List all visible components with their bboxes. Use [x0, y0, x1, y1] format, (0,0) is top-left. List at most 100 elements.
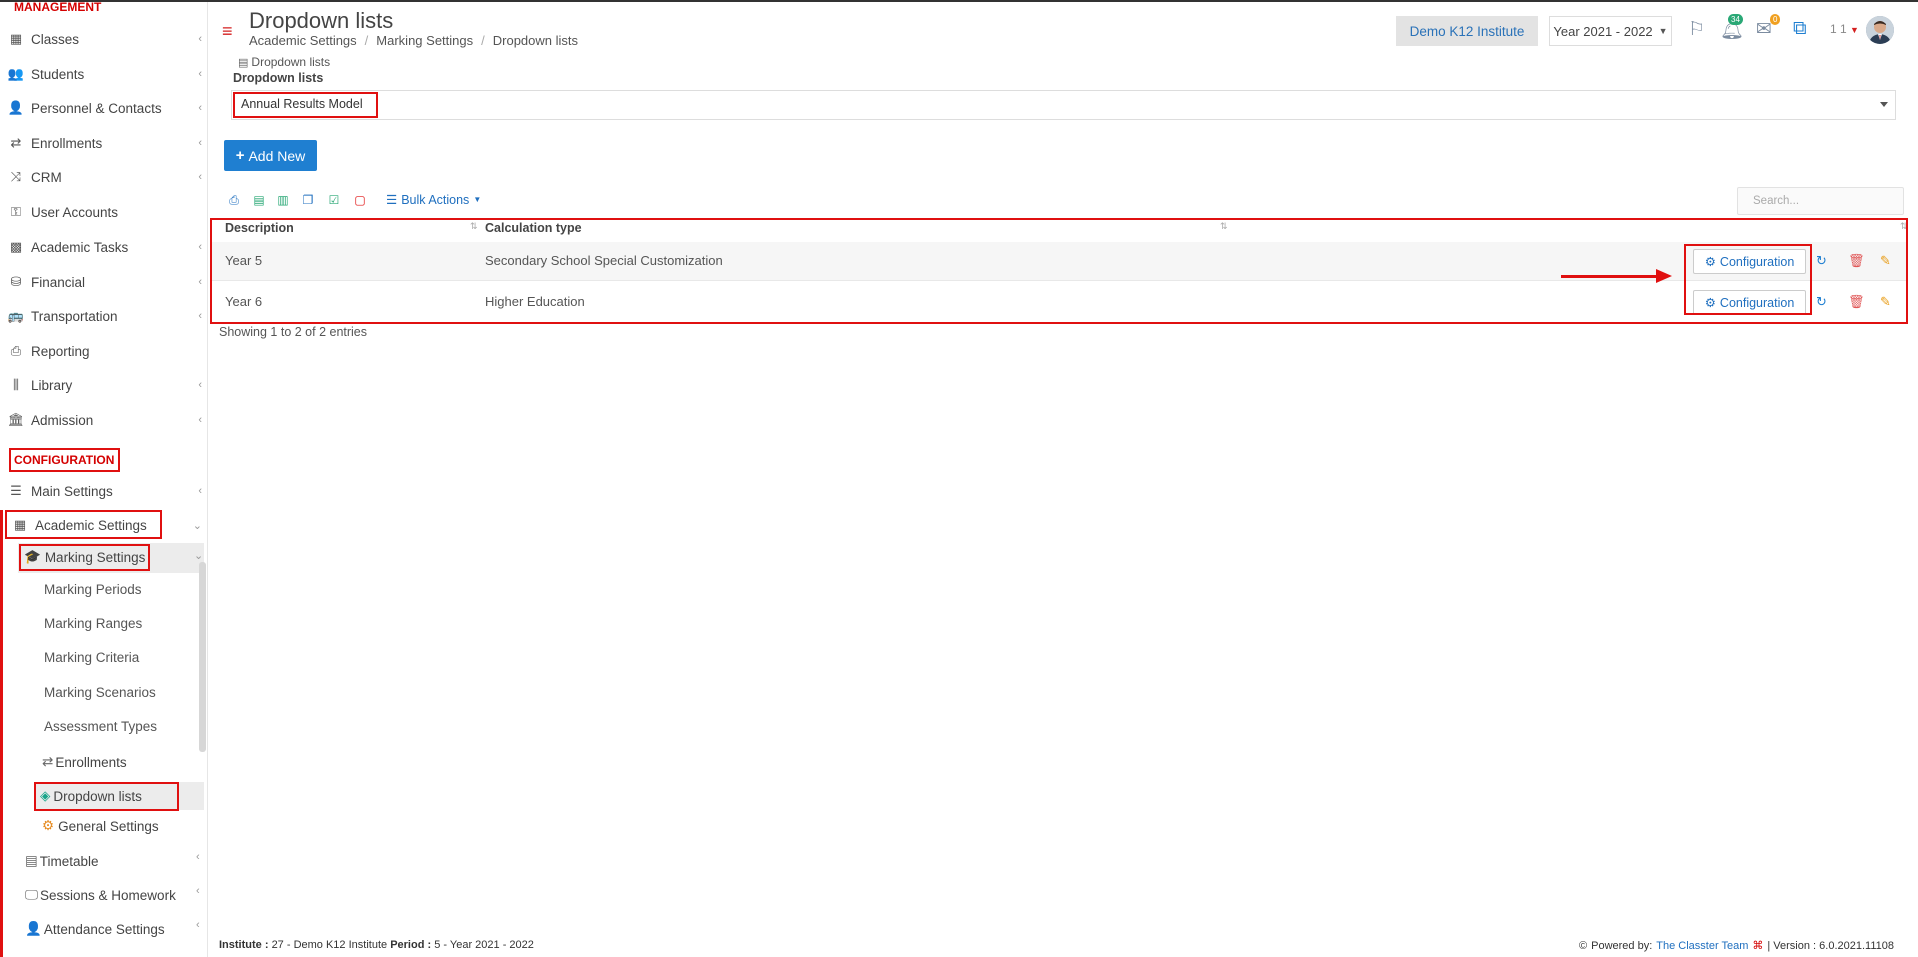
sidebar-item-label: Enrollments	[55, 754, 127, 770]
configuration-header: CONFIGURATION	[14, 453, 115, 467]
sidebar-item-dropdown-lists[interactable]: ◈ Dropdown lists	[40, 788, 142, 804]
print-icon[interactable]: ⎙	[227, 193, 241, 207]
excel-icon[interactable]: ▤	[252, 193, 266, 207]
sidebar-scrollbar[interactable]	[199, 562, 206, 752]
chevron-left-icon: ‹	[198, 171, 202, 183]
user-check-icon: 👤	[25, 921, 42, 936]
chevron-left-icon: ‹	[196, 919, 200, 931]
dropdown-select[interactable]	[231, 90, 1896, 120]
bank-icon: 🏛	[7, 412, 25, 427]
sidebar-item-academic-settings[interactable]: ▦ Academic Settings ⌄	[4, 508, 212, 542]
sidebar-item-label: Personnel & Contacts	[31, 100, 162, 116]
annotation-arrow-line	[1561, 275, 1659, 278]
footer-institute-value: 27 - Demo K12 Institute	[271, 939, 388, 951]
chevron-left-icon: ‹	[196, 885, 200, 897]
sidebar-item-label: Reporting	[31, 343, 90, 359]
dropdown-value-highlight	[233, 92, 378, 118]
sidebar-item-financial[interactable]: ⛁ Financial ‹	[0, 265, 208, 299]
sidebar-item-main-settings[interactable]: ☰ Main Settings ‹	[0, 474, 208, 508]
sidebar-item-label: Library	[31, 377, 73, 393]
add-new-button[interactable]: + Add New	[224, 140, 317, 171]
enrollments-icon: ⇄	[10, 135, 22, 150]
sidebar-item-marking-criteria[interactable]: Marking Criteria	[44, 650, 139, 665]
calendar-icon: ▤	[25, 853, 38, 868]
sidebar-item-crm[interactable]: ⤨ CRM ‹	[0, 160, 208, 194]
sidebar-item-attendance-settings[interactable]: 👤 Attendance Settings	[25, 921, 165, 937]
breadcrumb-item[interactable]: Academic Settings	[249, 33, 357, 48]
sidebar-item-academic-tasks[interactable]: ▩ Academic Tasks ‹	[0, 230, 208, 264]
sidebar-item-sessions-homework[interactable]: 🖵 Sessions & Homework	[25, 887, 176, 903]
sliders-icon: ☰	[10, 483, 22, 498]
chevron-left-icon: ‹	[198, 137, 202, 149]
sidebar-item-label: Academic Tasks	[31, 239, 129, 255]
sidebar-item-marking-periods[interactable]: Marking Periods	[44, 582, 142, 597]
add-new-label: Add New	[248, 147, 306, 164]
sidebar-item-label: Enrollments	[31, 135, 103, 151]
gears-icon: ⚙	[42, 818, 55, 833]
dropdown-label: Dropdown lists	[233, 71, 324, 85]
deselect-icon[interactable]: ▢	[353, 193, 367, 207]
sidebar-item-library[interactable]: ⫼ Library ‹	[0, 368, 208, 402]
sidebar-item-enrollments-sub[interactable]: ⇄ Enrollments	[42, 754, 127, 770]
caret-down-icon: ▼	[1850, 25, 1859, 35]
sidebar-item-reporting[interactable]: ⎙ Reporting	[0, 334, 208, 368]
sidebar-item-personnel[interactable]: 👤 Personnel & Contacts ‹	[0, 91, 208, 125]
chevron-left-icon: ‹	[196, 851, 200, 863]
user-label[interactable]: 1 1 ▼	[1830, 22, 1859, 36]
breadcrumb-separator: /	[364, 33, 369, 48]
footer-period-label: Period :	[390, 939, 432, 951]
caret-down-icon: ▼	[1658, 26, 1668, 36]
sidebar-item-enrollments[interactable]: ⇄ Enrollments ‹	[0, 126, 208, 160]
sidebar: MANAGEMENT ▦ Classes ‹ 👥 Students ‹ 👤 Pe…	[0, 0, 208, 957]
sidebar-item-students[interactable]: 👥 Students ‹	[0, 57, 208, 91]
avatar[interactable]	[1866, 16, 1894, 44]
sidebar-item-marking-ranges[interactable]: Marking Ranges	[44, 616, 142, 631]
plus-icon: +	[235, 147, 245, 164]
caret-down-icon: ▼	[473, 195, 482, 204]
sidebar-item-assessment-types[interactable]: Assessment Types	[44, 719, 157, 734]
copy-icon[interactable]: ❐	[301, 193, 315, 207]
crm-icon: ⤨	[10, 169, 22, 184]
configuration-highlight	[1684, 244, 1812, 315]
institute-button[interactable]: Demo K12 Institute	[1396, 16, 1538, 46]
sidebar-item-label: User Accounts	[31, 204, 119, 220]
layers-icon: ◈	[40, 788, 51, 803]
tasks-icon: ▩	[9, 239, 23, 254]
messages-badge: 0	[1770, 14, 1781, 25]
sidebar-item-classes[interactable]: ▦ Classes ‹	[0, 22, 208, 56]
chevron-down-icon: ⌄	[192, 519, 202, 532]
year-selector[interactable]: Year 2021 - 2022 ▼	[1549, 16, 1672, 46]
breadcrumb-item[interactable]: Marking Settings	[376, 33, 473, 48]
sidebar-item-label: Financial	[31, 274, 86, 290]
footer-team-link[interactable]: The Classter Team	[1656, 940, 1748, 952]
csv-icon[interactable]: ▥	[276, 193, 290, 207]
layers-icon[interactable]: ⧉	[1793, 18, 1807, 40]
flag-icon[interactable]: ⚐	[1688, 18, 1705, 41]
notifications-badge: 34	[1728, 14, 1743, 25]
caret-down-icon	[1880, 102, 1888, 107]
personnel-icon: 👤	[7, 100, 25, 115]
sidebar-item-label: Dropdown lists	[53, 788, 142, 804]
year-selector-label: Year 2021 - 2022	[1553, 23, 1653, 39]
enrollments-icon: ⇄	[42, 754, 54, 769]
sidebar-item-label: CRM	[31, 169, 62, 185]
sidebar-item-user-accounts[interactable]: ⚿ User Accounts	[0, 195, 208, 229]
sidebar-item-marking-scenarios[interactable]: Marking Scenarios	[44, 685, 156, 700]
entries-info: Showing 1 to 2 of 2 entries	[219, 325, 368, 339]
bulk-actions-button[interactable]: ☰ Bulk Actions ▼	[386, 192, 482, 208]
chevron-left-icon: ‹	[198, 241, 202, 253]
user-label-text: 1 1	[1830, 22, 1847, 36]
page-title: Dropdown lists	[249, 8, 394, 33]
sidebar-item-timetable[interactable]: ▤ Timetable	[25, 853, 99, 869]
sidebar-item-admission[interactable]: 🏛 Admission ‹	[0, 403, 208, 437]
academic-settings-icon: ▦	[13, 517, 27, 532]
sidebar-item-transportation[interactable]: 🚌 Transportation ‹	[0, 299, 208, 333]
search-placeholder: Search...	[1753, 195, 1800, 207]
menu-toggle-icon[interactable]: ≡	[222, 22, 233, 40]
sidebar-item-marking-settings[interactable]: 🎓 Marking Settings	[24, 549, 145, 565]
chevron-left-icon: ‹	[198, 310, 202, 322]
select-all-icon[interactable]: ☑	[327, 193, 341, 207]
sidebar-item-label: Attendance Settings	[43, 921, 165, 937]
classes-icon: ▦	[9, 31, 23, 46]
sidebar-item-general-settings[interactable]: ⚙ General Settings	[42, 818, 159, 834]
